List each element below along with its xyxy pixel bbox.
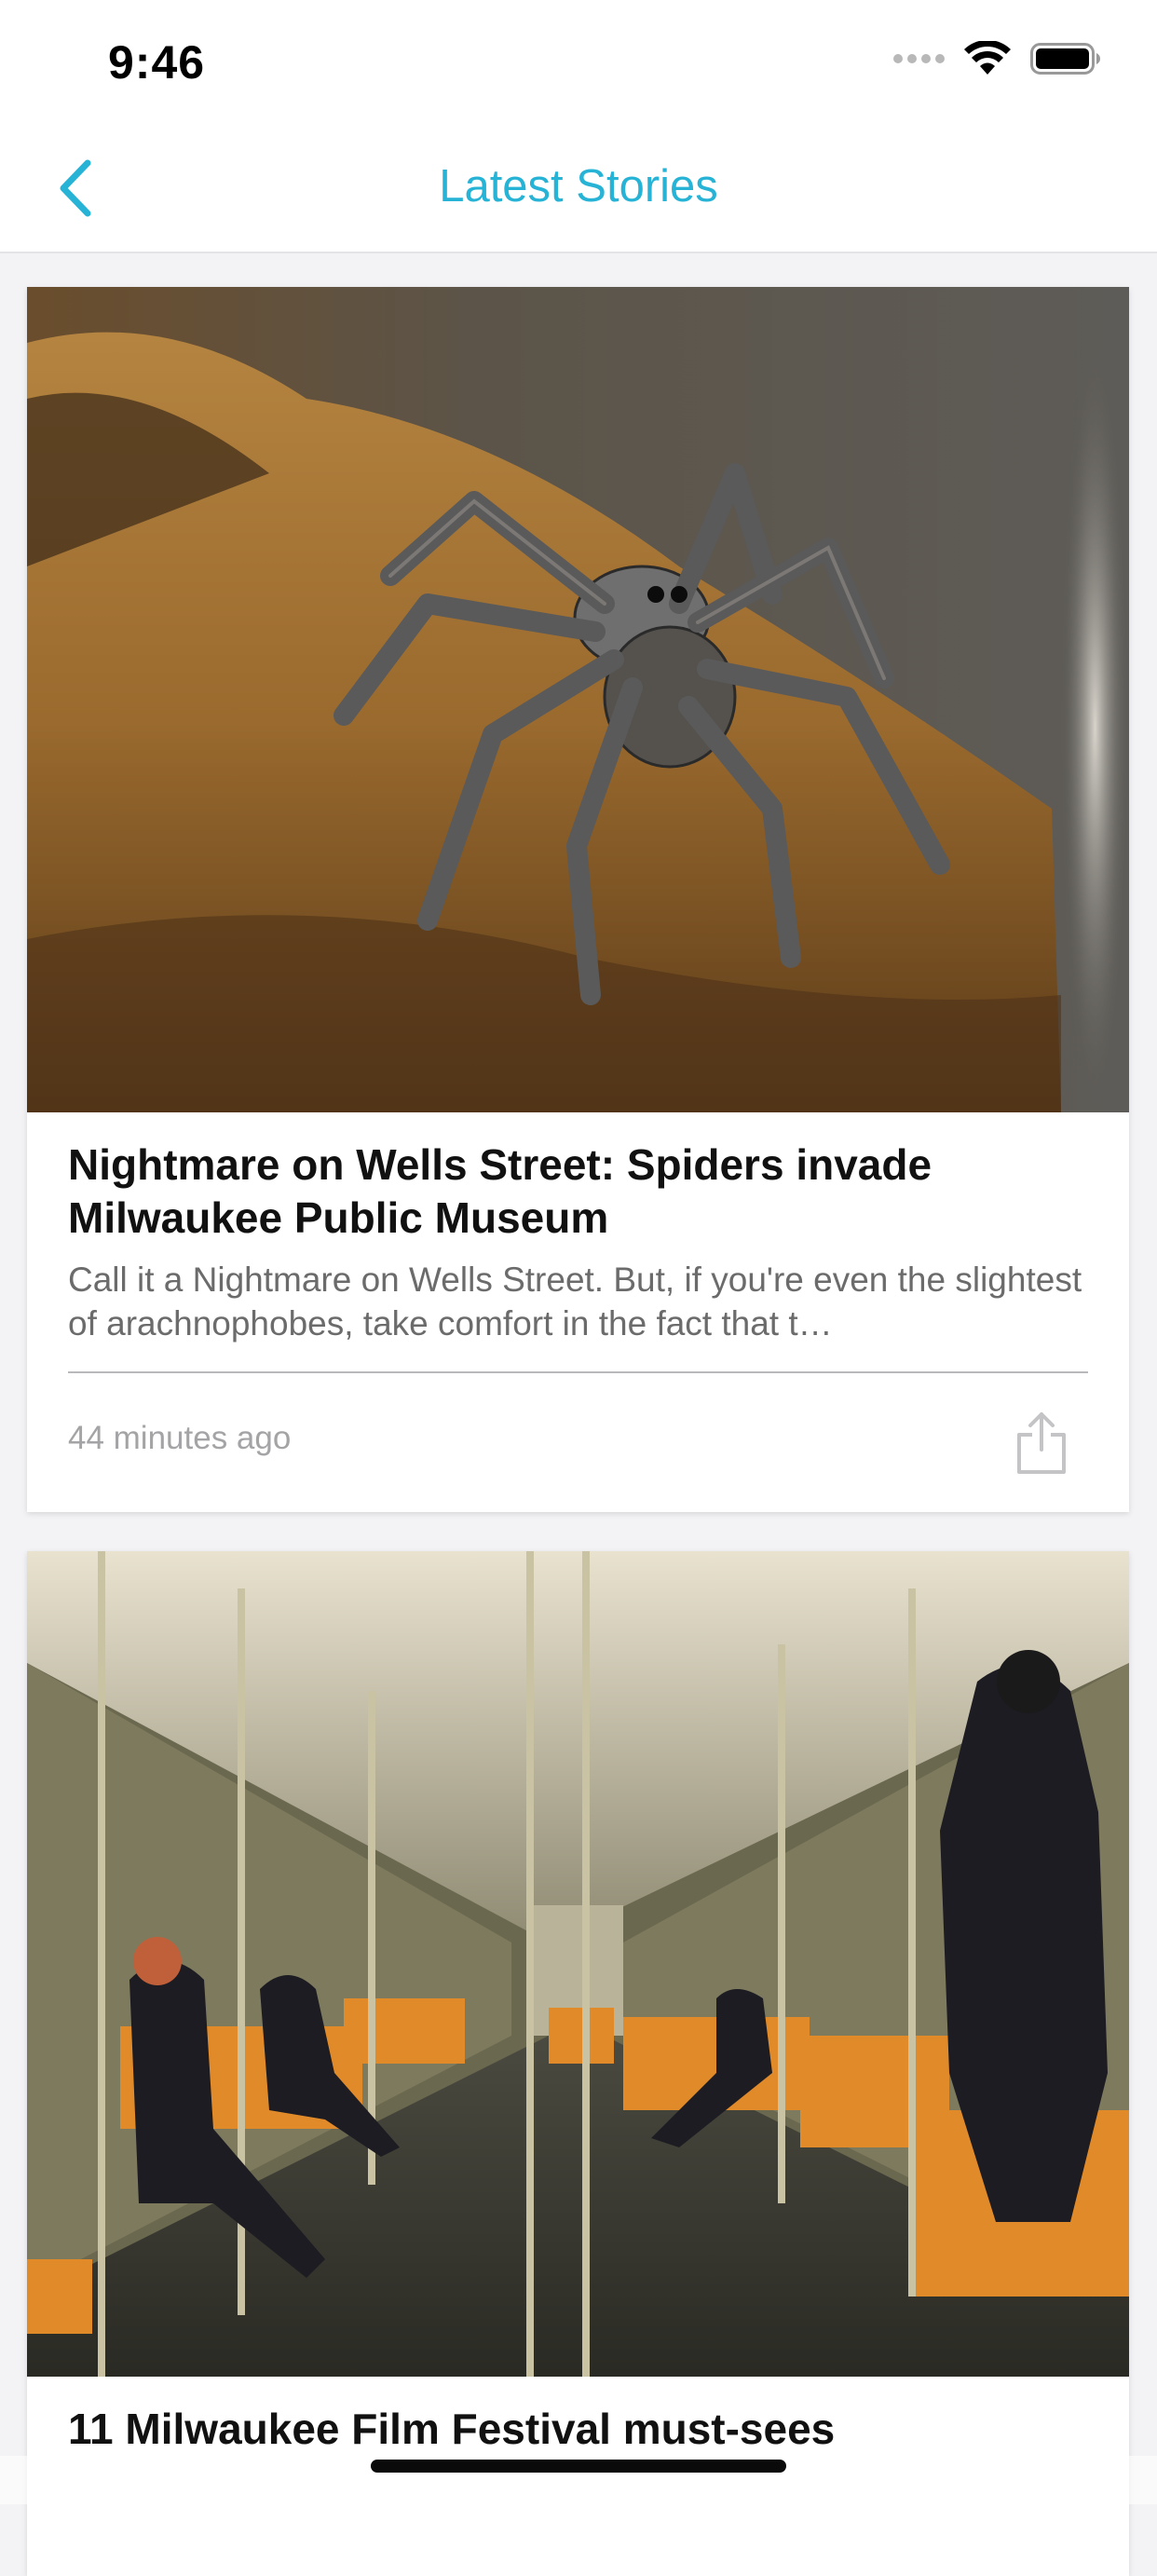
story-card[interactable]: 11 Milwaukee Film Festival must-sees (27, 1551, 1129, 2576)
story-timestamp: 44 minutes ago (68, 1420, 292, 1456)
story-headline[interactable]: 11 Milwaukee Film Festival must-sees (68, 2403, 1088, 2456)
status-time: 9:46 (108, 36, 206, 89)
share-button[interactable] (1014, 1409, 1079, 1483)
story-body: 11 Milwaukee Film Festival must-sees (27, 2377, 1129, 2456)
status-bar: 9:46 (0, 0, 1157, 123)
wifi-icon (964, 41, 1011, 75)
story-headline[interactable]: Nightmare on Wells Street: Spiders invad… (68, 1138, 1088, 1245)
story-summary: Call it a Nightmare on Wells Street. But… (68, 1261, 1082, 1343)
navigation-bar: Latest Stories (0, 123, 1157, 253)
cellular-signal-icon (893, 54, 945, 63)
story-body: Nightmare on Wells Street: Spiders invad… (27, 1112, 1129, 1512)
story-card[interactable]: Nightmare on Wells Street: Spiders invad… (27, 287, 1129, 1512)
share-icon (1017, 1412, 1066, 1474)
story-image-subway[interactable] (27, 1551, 1129, 2377)
battery-icon (1030, 43, 1100, 75)
status-icons (893, 41, 1101, 76)
story-image-spider[interactable] (27, 287, 1129, 1112)
story-footer: 44 minutes ago (68, 1373, 1088, 1512)
page-title: Latest Stories (439, 161, 718, 211)
home-indicator[interactable] (371, 2460, 786, 2473)
